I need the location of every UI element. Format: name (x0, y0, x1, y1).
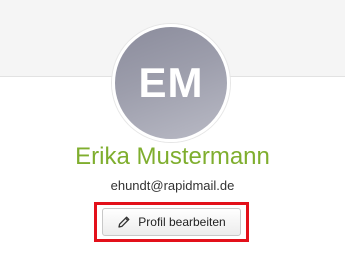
avatar: EM (112, 24, 230, 142)
user-name: Erika Mustermann (75, 143, 270, 170)
edit-profile-label: Profil bearbeiten (138, 215, 226, 229)
user-email: ehundt@rapidmail.de (110, 178, 235, 193)
avatar-initials: EM (138, 59, 204, 106)
edit-profile-button[interactable]: Profil bearbeiten (102, 208, 241, 236)
pencil-icon (117, 215, 131, 229)
